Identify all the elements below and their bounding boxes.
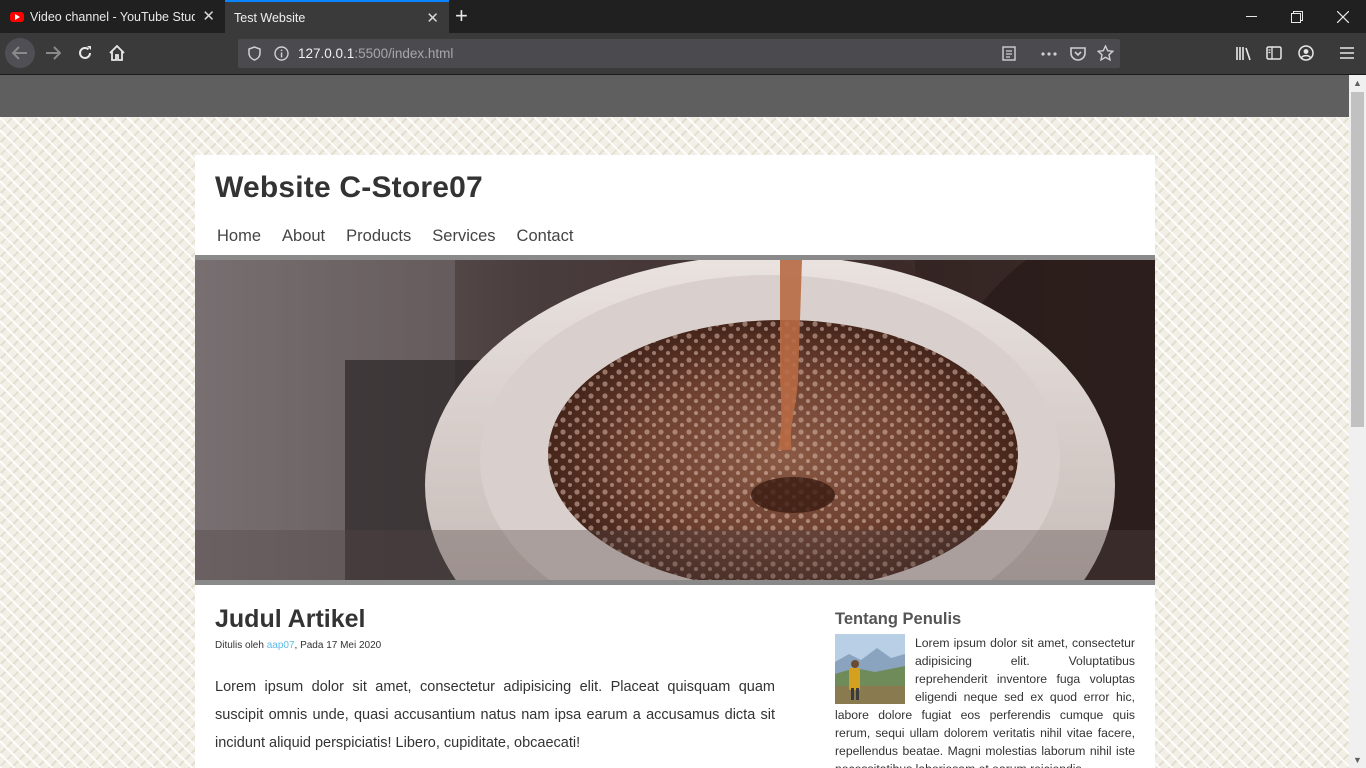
close-tab-icon[interactable]: ✕ xyxy=(426,9,439,27)
author-link[interactable]: aap07 xyxy=(267,640,295,651)
main-menu: Home About Products Services Contact xyxy=(215,227,592,246)
info-icon[interactable] xyxy=(274,46,289,61)
library-icon xyxy=(1235,46,1251,60)
menu-item-home[interactable]: Home xyxy=(215,227,271,246)
sidebar-icon xyxy=(1266,46,1282,60)
tab-youtube-studio[interactable]: Video channel - YouTube Studio ✕ xyxy=(0,0,225,33)
menu-item-about[interactable]: About xyxy=(280,227,335,246)
sidebar: Tentang Penulis Lorem ipsum dolor sit am… xyxy=(835,610,1135,768)
hamburger-icon xyxy=(1340,47,1354,59)
sidebar-toggle-button[interactable] xyxy=(1259,39,1289,67)
reload-button[interactable] xyxy=(70,39,100,67)
scroll-down-icon[interactable]: ▼ xyxy=(1353,755,1362,765)
url-path: :5500/index.html xyxy=(354,46,454,61)
hero-image xyxy=(195,255,1155,585)
article: Judul Artikel Ditulis oleh aap07, Pada 1… xyxy=(215,605,775,757)
youtube-icon xyxy=(10,11,24,22)
byline-prefix: Ditulis oleh xyxy=(215,640,267,651)
menu-button[interactable] xyxy=(1332,39,1362,67)
back-arrow-icon xyxy=(12,46,27,60)
pocket-icon[interactable] xyxy=(1070,46,1086,61)
minimize-button[interactable] xyxy=(1228,0,1274,33)
url-text[interactable]: 127.0.0.1:5500/index.html xyxy=(298,46,453,61)
tab-bar: Video channel - YouTube Studio ✕ Test We… xyxy=(0,0,1366,33)
scroll-up-icon[interactable]: ▲ xyxy=(1353,78,1362,88)
minimize-icon xyxy=(1245,15,1257,17)
tab-title: Test Website xyxy=(234,10,306,25)
address-bar[interactable]: 127.0.0.1:5500/index.html xyxy=(238,39,1120,68)
account-button[interactable] xyxy=(1291,39,1321,67)
menu-item-products[interactable]: Products xyxy=(344,227,421,246)
sidebar-title: Tentang Penulis xyxy=(835,610,962,628)
article-title: Judul Artikel xyxy=(215,605,366,633)
scrollbar-thumb[interactable] xyxy=(1351,92,1364,427)
byline-date: , Pada 17 Mei 2020 xyxy=(294,640,382,651)
more-actions-icon[interactable] xyxy=(1041,52,1057,56)
article-body: Lorem ipsum dolor sit amet, consectetur … xyxy=(215,679,775,751)
close-icon xyxy=(1337,10,1349,23)
restore-icon xyxy=(1291,10,1303,23)
reader-view-icon[interactable] xyxy=(1002,46,1016,61)
page-viewport: Website C-Store07 Home About Products Se… xyxy=(0,75,1349,768)
close-tab-icon[interactable]: ✕ xyxy=(202,7,215,25)
library-button[interactable] xyxy=(1228,39,1258,67)
menu-item-services[interactable]: Services xyxy=(430,227,505,246)
reload-icon xyxy=(79,46,91,59)
home-button[interactable] xyxy=(102,39,132,67)
forward-button[interactable] xyxy=(38,39,68,67)
tab-title: Video channel - YouTube Studio xyxy=(30,9,195,24)
hiker-photo xyxy=(835,634,905,704)
coffee-cup-photo xyxy=(195,260,1155,580)
close-window-button[interactable] xyxy=(1320,0,1366,33)
author-photo xyxy=(835,634,905,704)
article-byline: Ditulis oleh aap07, Pada 17 Mei 2020 xyxy=(215,640,775,651)
site-container: Website C-Store07 Home About Products Se… xyxy=(195,155,1155,768)
account-icon xyxy=(1298,45,1314,61)
tab-test-website[interactable]: Test Website ✕ xyxy=(225,0,449,33)
new-tab-button[interactable]: + xyxy=(455,3,468,29)
restore-button[interactable] xyxy=(1274,0,1320,33)
back-button[interactable] xyxy=(5,38,35,68)
menu-item-contact[interactable]: Contact xyxy=(515,227,584,246)
forward-arrow-icon xyxy=(46,46,61,60)
bookmark-star-icon[interactable] xyxy=(1097,45,1114,61)
home-icon xyxy=(109,45,125,61)
site-title: Website C-Store07 xyxy=(215,171,483,204)
shield-icon[interactable] xyxy=(248,46,261,61)
navigation-toolbar: 127.0.0.1:5500/index.html xyxy=(0,33,1366,75)
page-top-bar xyxy=(0,75,1349,117)
page-scrollbar[interactable]: ▲ ▼ xyxy=(1349,75,1366,768)
url-host: 127.0.0.1 xyxy=(298,46,355,61)
